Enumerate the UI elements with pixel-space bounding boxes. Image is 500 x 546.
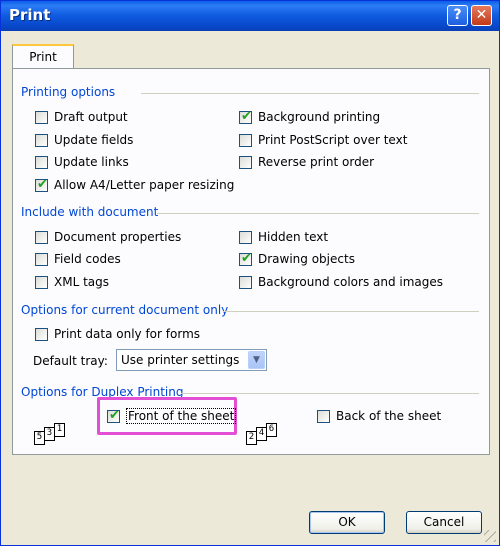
- checkbox-label: Reverse print order: [258, 155, 375, 169]
- print-dialog: Print ? ✕ Print Printing options Draft o…: [0, 0, 500, 546]
- checkbox-box: [35, 156, 48, 169]
- page-glyph: 1: [54, 423, 65, 437]
- default-tray-label: Default tray:: [33, 354, 108, 368]
- checkbox-box: [35, 276, 48, 289]
- checkbox-label: Field codes: [54, 252, 121, 266]
- group-title-current-document: Options for current document only: [21, 303, 229, 317]
- checkbox-box: [317, 410, 330, 423]
- checkbox-box: [35, 134, 48, 147]
- checkbox-label: Update fields: [54, 133, 134, 147]
- close-button[interactable]: ✕: [471, 5, 492, 26]
- checkbox-label: Hidden text: [258, 230, 329, 244]
- group-divider: [157, 213, 479, 214]
- check-icon: ✔: [109, 408, 120, 423]
- group-divider: [141, 93, 479, 94]
- checkbox-label: Background printing: [258, 110, 381, 124]
- checkbox-box: ✔: [35, 177, 48, 192]
- title-bar[interactable]: Print ? ✕: [1, 1, 499, 31]
- checkbox-box: ✔: [239, 251, 252, 266]
- front-pages-icon: 5 3 1: [34, 423, 70, 445]
- ok-button[interactable]: OK: [309, 511, 385, 534]
- tab-print[interactable]: Print: [12, 44, 74, 69]
- checkbox-label: Print data only for forms: [54, 327, 201, 341]
- help-button[interactable]: ?: [447, 5, 468, 26]
- checkbox-box: ✔: [239, 109, 252, 124]
- checkbox-box: [35, 231, 48, 244]
- check-icon: ✔: [37, 177, 48, 192]
- check-icon: ✔: [241, 251, 252, 266]
- checkbox-label: Document properties: [54, 230, 182, 244]
- checkbox-box: ✔: [107, 408, 120, 423]
- default-tray-value: Use printer settings: [121, 353, 240, 367]
- checkbox-label: Print PostScript over text: [258, 133, 408, 147]
- group-title-printing-options: Printing options: [21, 85, 116, 99]
- chevron-down-icon[interactable]: ▼: [248, 351, 265, 369]
- checkbox-label: Drawing objects: [258, 252, 355, 266]
- group-title-include-with-document: Include with document: [21, 205, 159, 219]
- checkbox-box: [239, 156, 252, 169]
- checkbox-box: [239, 134, 252, 147]
- checkbox-label: Back of the sheet: [336, 409, 442, 423]
- checkbox-box: [35, 253, 48, 266]
- checkbox-label: Update links: [54, 155, 129, 169]
- check-icon: ✔: [241, 109, 252, 124]
- checkbox-box: [35, 328, 48, 341]
- checkbox-box: [239, 276, 252, 289]
- checkbox-label: XML tags: [54, 275, 110, 289]
- back-pages-icon: 2 4 6: [246, 423, 282, 445]
- close-icon: ✕: [475, 7, 488, 23]
- checkbox-label: Allow A4/Letter paper resizing: [54, 178, 235, 192]
- checkbox-box: [35, 111, 48, 124]
- default-tray-select[interactable]: Use printer settings ▼: [116, 349, 267, 371]
- checkbox-box: [239, 231, 252, 244]
- window-title: Print: [9, 6, 51, 24]
- page-glyph: 6: [266, 423, 277, 437]
- cancel-button[interactable]: Cancel: [406, 511, 482, 534]
- resize-gripper-icon[interactable]: [484, 530, 496, 542]
- checkbox-label: Front of the sheet: [126, 408, 237, 424]
- group-divider: [181, 393, 479, 394]
- group-divider: [223, 311, 479, 312]
- checkbox-label: Draft output: [54, 110, 128, 124]
- help-icon: ?: [453, 7, 462, 23]
- checkbox-label: Background colors and images: [258, 275, 444, 289]
